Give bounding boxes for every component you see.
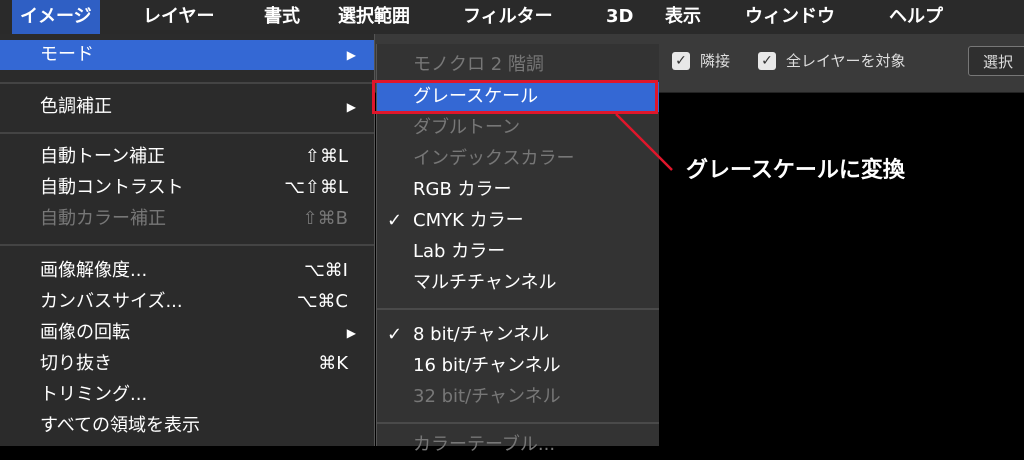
callout-text: グレースケールに変換 [686, 158, 905, 183]
callout-line [615, 113, 673, 171]
